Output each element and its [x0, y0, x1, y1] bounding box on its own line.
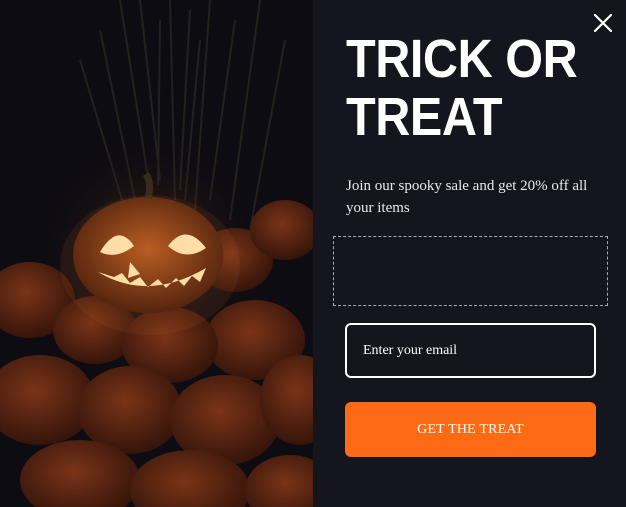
close-icon[interactable] [592, 12, 614, 34]
halloween-popup: TRICK OR TREAT Join our spooky sale and … [0, 0, 626, 507]
get-the-treat-button[interactable]: GET THE TREAT [345, 402, 596, 457]
jack-o-lantern-image [0, 0, 313, 507]
headline: TRICK OR TREAT [346, 29, 578, 147]
email-input[interactable] [345, 323, 596, 378]
offer-text: Join our spooky sale and get 20% off all… [346, 178, 588, 216]
signup-panel: TRICK OR TREAT Join our spooky sale and … [313, 0, 626, 507]
empty-dashed-placeholder [333, 236, 608, 306]
